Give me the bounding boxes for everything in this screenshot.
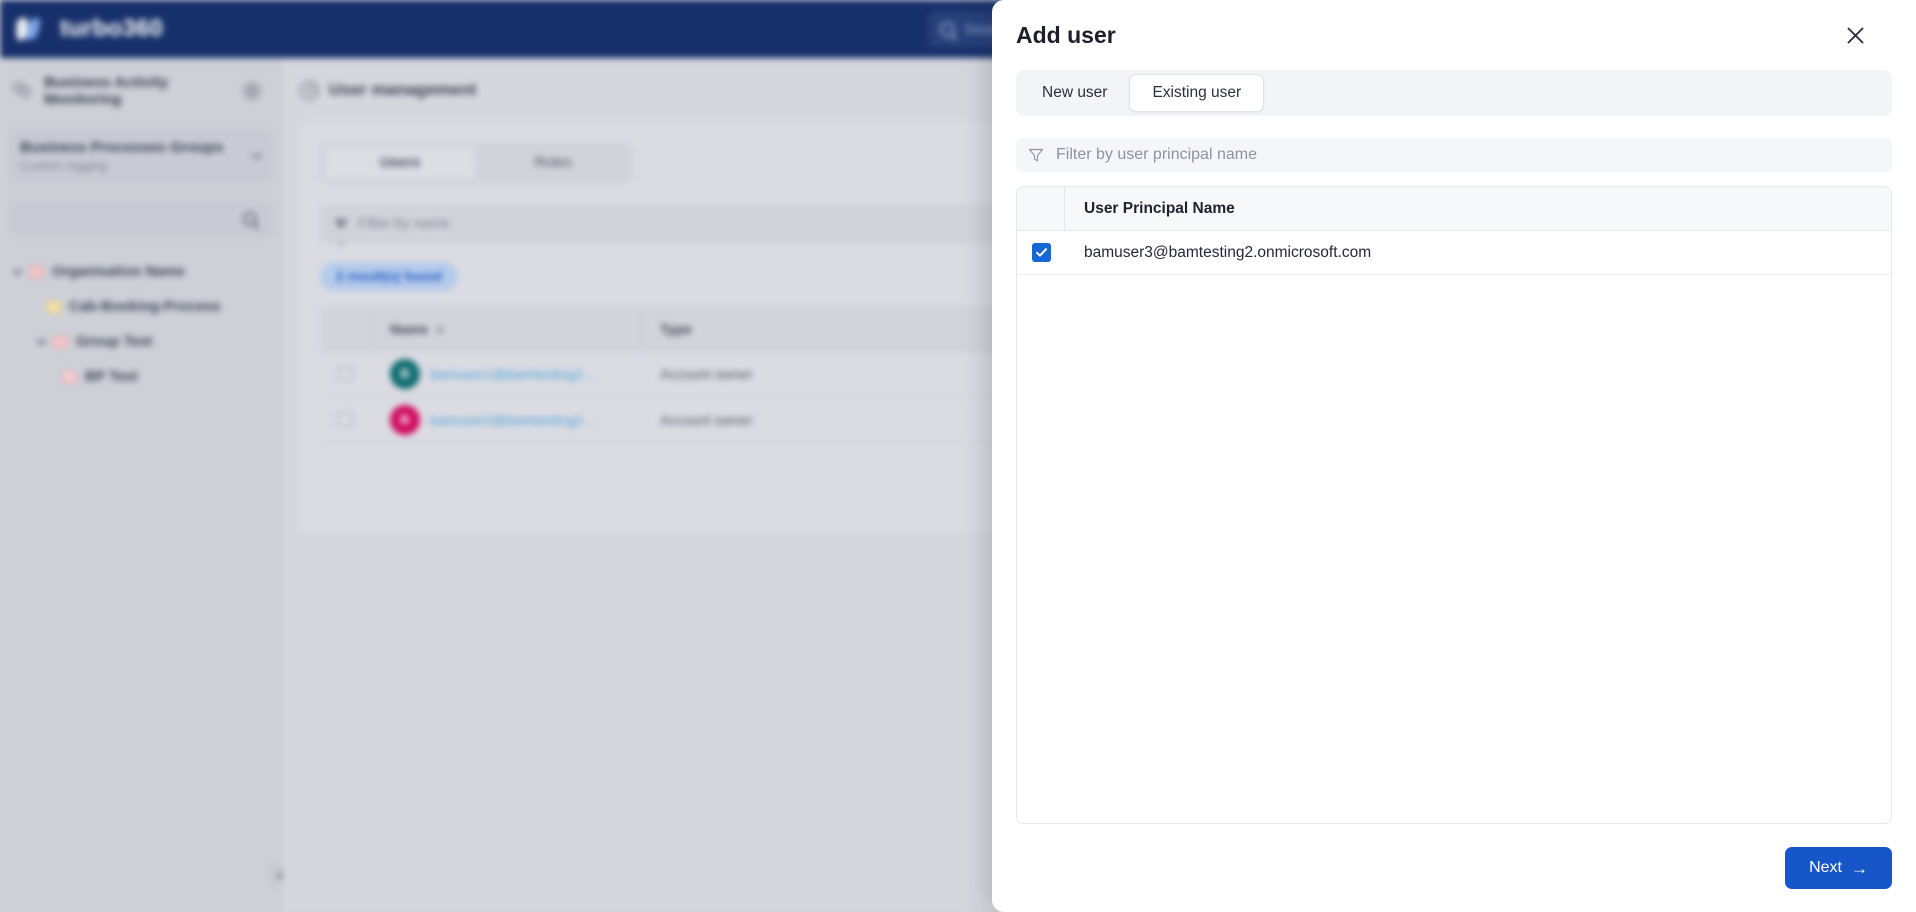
user-name-link[interactable]: bamuser2@bamtesting2...	[430, 412, 594, 428]
search-icon	[243, 212, 257, 226]
folder-yellow-icon	[46, 300, 61, 313]
column-header-type[interactable]: Type	[660, 321, 692, 337]
list-empty-space	[1017, 275, 1891, 823]
avatar: B	[390, 404, 420, 435]
tab-roles[interactable]: Roles	[477, 145, 629, 181]
tree-node-label: Organisation Name	[52, 263, 185, 280]
add-user-tabs: New user Existing user	[1016, 70, 1892, 116]
sort-ascending-icon[interactable]: ▲	[435, 324, 445, 335]
modal-title: Add user	[1016, 21, 1116, 48]
monitoring-icon	[12, 81, 34, 100]
header-checkbox-column	[1017, 187, 1065, 230]
modal-footer: Next →	[992, 824, 1916, 912]
column-header-user-principal-name: User Principal Name	[1084, 199, 1235, 217]
gear-icon[interactable]	[243, 82, 261, 100]
tree-node-label: BP Test	[85, 368, 138, 385]
tab-existing-user[interactable]: Existing user	[1129, 74, 1265, 112]
folder-red-icon	[53, 335, 68, 348]
funnel-icon	[1028, 148, 1044, 162]
add-user-modal: Add user New user Existing user Filter b…	[992, 0, 1916, 912]
modal-header: Add user	[992, 0, 1916, 70]
process-tree: Organisation Name Cab-Booking-Process Gr…	[0, 254, 281, 394]
row-checkbox-checked[interactable]	[1031, 243, 1051, 262]
user-principal-name-value: bamuser3@bamtesting2.onmicrosoft.com	[1084, 243, 1372, 261]
tree-node-cab-booking-process[interactable]: Cab-Booking-Process	[0, 289, 281, 324]
tree-node-group-test[interactable]: Group Test	[0, 324, 281, 359]
group-selector-title: Business Processes Groups	[20, 139, 224, 156]
brand-name: turbo360	[60, 15, 163, 42]
next-button-label: Next	[1809, 859, 1842, 876]
users-roles-tabs: Users Roles	[320, 142, 632, 184]
list-item[interactable]: bamuser3@bamtesting2.onmicrosoft.com	[1017, 231, 1891, 275]
search-icon	[940, 21, 955, 37]
results-count-badge: 2 result(s) found	[320, 262, 458, 291]
page-title: User management	[329, 80, 477, 99]
avatar: B	[390, 358, 420, 389]
sidebar-search-input[interactable]	[8, 200, 273, 238]
turbo360-logo-icon	[14, 14, 48, 44]
tree-node-label: Group Test	[76, 333, 153, 350]
list-header-row: User Principal Name	[1017, 187, 1891, 231]
user-principal-name-filter[interactable]: Filter by user principal name	[1016, 138, 1892, 172]
left-sidebar: Business Activity Monitoring Business Pr…	[0, 58, 296, 912]
existing-users-list: User Principal Name bamuser3@bamtesting2…	[1016, 186, 1892, 824]
column-header-name[interactable]: Name	[390, 321, 428, 337]
user-type: Account owner	[660, 411, 753, 428]
next-button[interactable]: Next →	[1785, 847, 1892, 889]
chevron-down-icon	[251, 148, 263, 160]
tab-new-user[interactable]: New user	[1020, 74, 1129, 112]
row-checkbox[interactable]	[338, 412, 353, 427]
tree-node-label: Cab-Booking-Process	[69, 298, 221, 315]
user-type: Account owner	[660, 365, 753, 382]
arrow-right-icon: →	[1851, 858, 1868, 878]
tree-node-bp-test[interactable]: BP Test	[0, 359, 281, 394]
document-red-icon	[62, 370, 77, 383]
row-checkbox[interactable]	[338, 366, 353, 381]
tab-users[interactable]: Users	[323, 145, 477, 181]
business-processes-groups-selector[interactable]: Business Processes Groups Custom logging	[8, 128, 273, 184]
funnel-icon	[334, 218, 348, 246]
group-selector-subtitle: Custom logging	[20, 159, 107, 173]
filter-placeholder-text: Filter by user principal name	[1056, 146, 1257, 163]
close-icon[interactable]	[1838, 18, 1872, 52]
user-name-link[interactable]: bamuser1@bamtesting2...	[430, 366, 594, 382]
name-filter-placeholder: Filter by name	[358, 216, 450, 232]
tree-node-organisation-name[interactable]: Organisation Name	[0, 254, 281, 289]
sidebar-section-header[interactable]: Business Activity Monitoring	[0, 58, 281, 124]
user-icon	[300, 80, 319, 100]
chevron-down-icon[interactable]	[36, 335, 47, 345]
sidebar-section-label: Business Activity Monitoring	[44, 74, 169, 108]
folder-red-icon	[29, 265, 44, 278]
chevron-down-icon[interactable]	[12, 265, 23, 275]
